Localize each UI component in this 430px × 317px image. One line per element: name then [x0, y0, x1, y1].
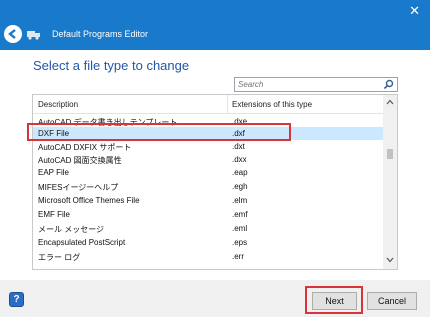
list-item[interactable]: AutoCAD 図面交換属性 .dxx: [33, 153, 383, 166]
list-item[interactable]: MIFESイージーヘルプ .egh: [33, 180, 383, 193]
list-item[interactable]: Microsoft Office Themes File .elm: [33, 194, 383, 207]
column-separator: [227, 95, 228, 113]
list-item[interactable]: EAP File .eap: [33, 166, 383, 179]
list-item[interactable]: AutoCAD DXFIX サポート .dxt: [33, 140, 383, 153]
row-description: Encapsulated PostScript: [38, 238, 126, 247]
next-button[interactable]: Next: [312, 292, 357, 310]
list-item[interactable]: エラー ログ .err: [33, 250, 383, 263]
help-button[interactable]: ?: [9, 292, 24, 307]
cancel-button[interactable]: Cancel: [367, 292, 417, 310]
back-arrow-icon: [8, 29, 16, 39]
row-extension: .eml: [232, 224, 248, 233]
row-description: Microsoft Office Themes File: [38, 196, 140, 205]
scroll-thumb[interactable]: [387, 149, 393, 159]
row-extension: .eps: [232, 238, 248, 247]
title-bar: Default Programs Editor ✕: [0, 0, 430, 50]
close-icon[interactable]: ✕: [409, 4, 420, 17]
row-extension: .egh: [232, 182, 248, 191]
row-description: メール メッセージ: [38, 225, 105, 234]
column-header-extensions[interactable]: Extensions of this type: [232, 100, 312, 109]
column-header-description[interactable]: Description: [38, 100, 78, 109]
vertical-scrollbar[interactable]: [383, 95, 397, 269]
window-title: Default Programs Editor: [52, 29, 149, 39]
back-button[interactable]: [4, 25, 22, 43]
row-extension: .emf: [232, 210, 248, 219]
list-header: Description Extensions of this type: [33, 95, 383, 114]
list-item[interactable]: メール メッセージ .eml: [33, 222, 383, 235]
search-box[interactable]: [234, 77, 398, 92]
selection-highlight-box: [27, 123, 291, 141]
row-description: MIFESイージーヘルプ: [38, 183, 119, 192]
list-item[interactable]: EMF File .emf: [33, 208, 383, 221]
scroll-down-icon[interactable]: [386, 257, 394, 263]
row-extension: .err: [232, 252, 244, 261]
search-icon[interactable]: [383, 79, 394, 90]
row-extension: .dxx: [232, 155, 247, 164]
row-description: エラー ログ: [38, 253, 81, 262]
footer-bar: [0, 280, 430, 317]
row-extension: .elm: [232, 196, 248, 205]
row-description: EMF File: [38, 210, 70, 219]
file-type-list[interactable]: Description Extensions of this type Auto…: [32, 94, 398, 270]
row-description: AutoCAD DXFIX サポート: [38, 143, 132, 152]
search-input[interactable]: [238, 79, 378, 90]
row-description: EAP File: [38, 168, 69, 177]
scroll-up-icon[interactable]: [386, 99, 394, 105]
row-extension: .eap: [232, 168, 248, 177]
row-extension: .dxt: [232, 142, 245, 151]
list-item[interactable]: Encapsulated PostScript .eps: [33, 236, 383, 249]
app-icon: [27, 31, 40, 40]
row-description: AutoCAD 図面交換属性: [38, 156, 122, 165]
page-heading: Select a file type to change: [33, 58, 190, 73]
